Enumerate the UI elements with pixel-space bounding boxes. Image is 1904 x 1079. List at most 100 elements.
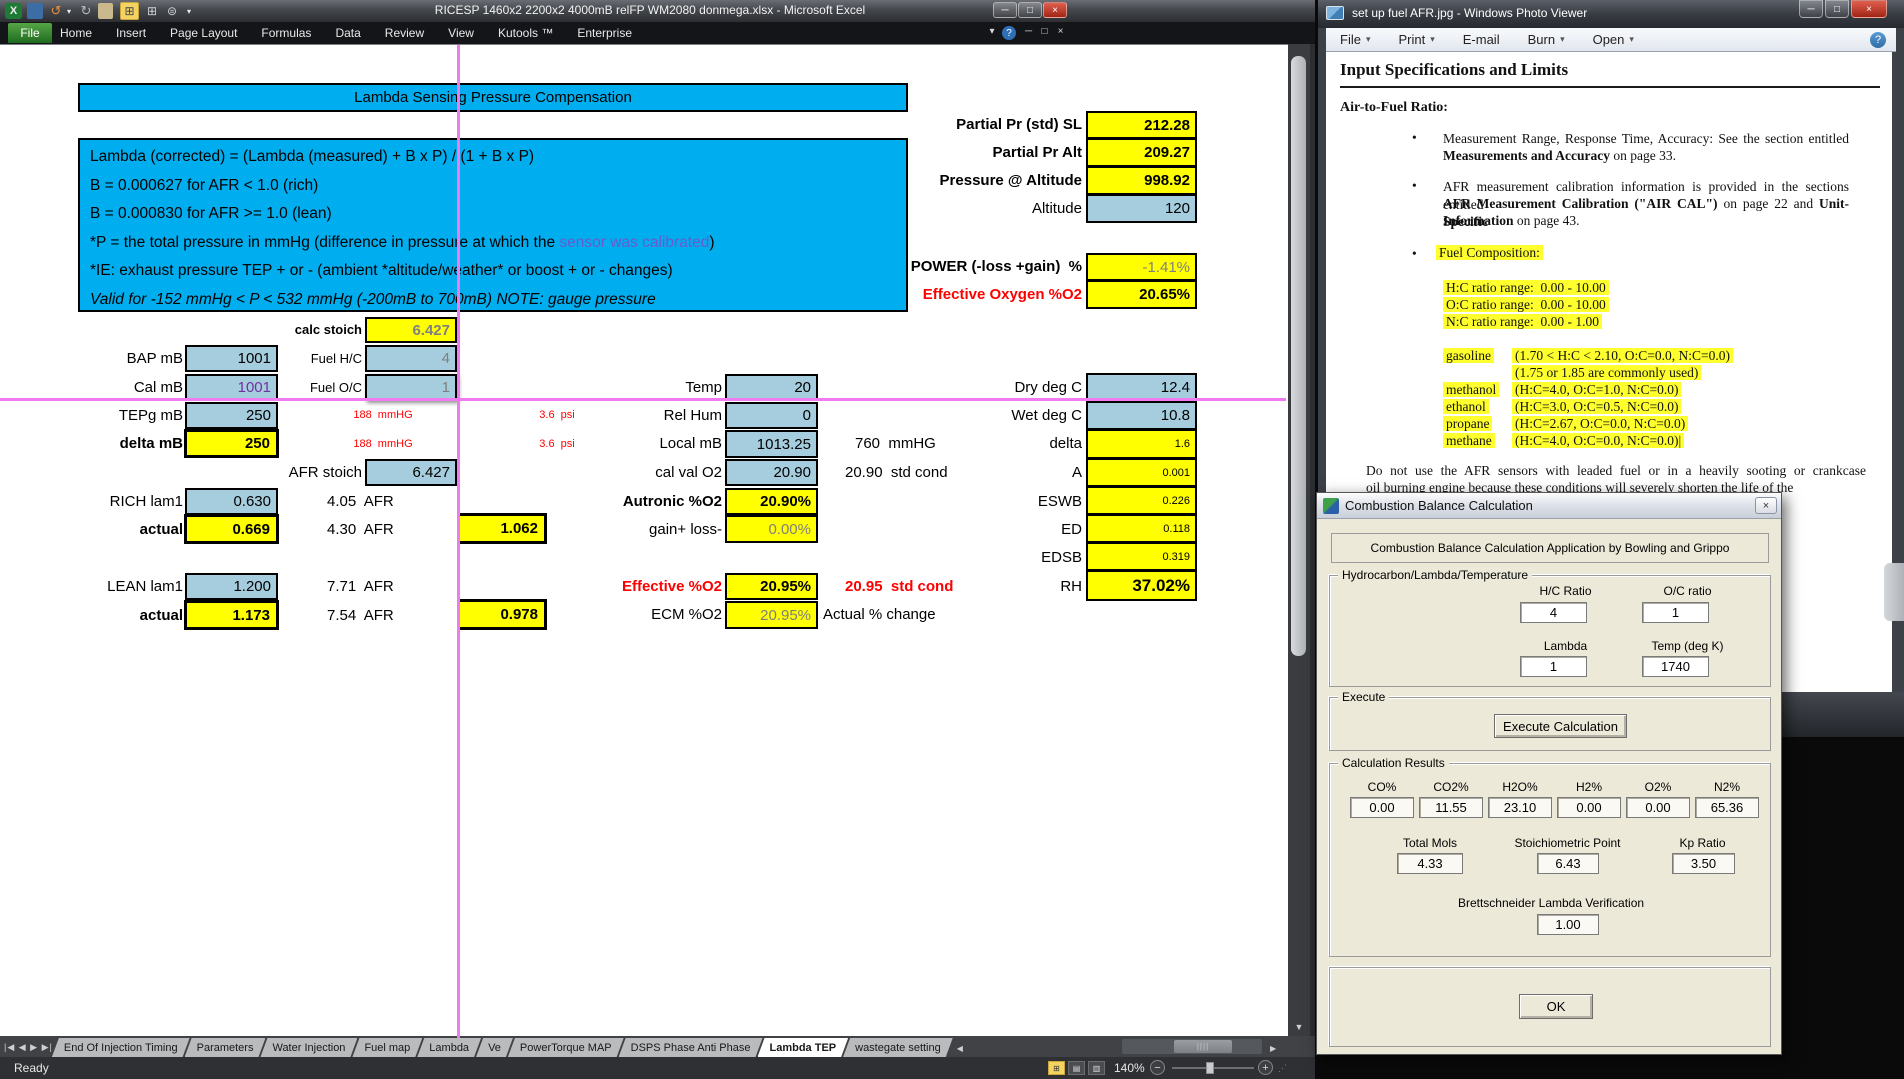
lean-ratio-cell[interactable]: 0.978 bbox=[457, 599, 547, 630]
temp-k-input[interactable]: 1740 bbox=[1642, 656, 1709, 677]
excel-close-button[interactable]: × bbox=[1043, 2, 1067, 18]
vertical-scrollbar[interactable]: ▼ bbox=[1288, 44, 1310, 1036]
viewer-minimize-button[interactable]: ─ bbox=[1799, 0, 1823, 18]
local-mb-cell[interactable]: 1013.25 bbox=[725, 430, 818, 458]
grid2-icon[interactable]: ⊞ bbox=[144, 3, 160, 19]
rich-lam1-cell[interactable]: 0.630 bbox=[185, 488, 278, 515]
power-cell[interactable]: -1.41% bbox=[1086, 253, 1197, 281]
menu-file[interactable]: File▾ bbox=[1326, 32, 1384, 47]
resize-grip[interactable]: ⋰ bbox=[1278, 1063, 1288, 1074]
eswb-cell[interactable]: 0.226 bbox=[1086, 486, 1197, 515]
sheet-tab-lambda[interactable]: Lambda bbox=[417, 1038, 481, 1057]
paste-icon[interactable] bbox=[98, 3, 113, 19]
oc-ratio-input[interactable]: 1 bbox=[1642, 602, 1709, 623]
menu-print[interactable]: Print▾ bbox=[1384, 32, 1448, 47]
ribbon-collapse-icon[interactable]: ▾ bbox=[986, 26, 998, 37]
undo-dropdown-icon[interactable]: ▾ bbox=[64, 3, 74, 19]
scroll-down-icon[interactable]: ▼ bbox=[1288, 1018, 1310, 1036]
sheet-tab-lambda-tep[interactable]: Lambda TEP bbox=[758, 1038, 849, 1057]
menu-email[interactable]: E-mail bbox=[1449, 32, 1514, 47]
delta-cell[interactable]: 1.6 bbox=[1086, 429, 1197, 459]
help-icon[interactable]: ? bbox=[1002, 26, 1016, 40]
fuel-oc-cell[interactable]: 1 bbox=[365, 374, 457, 401]
qat-overflow-icon[interactable]: ▾ bbox=[184, 3, 194, 19]
fuel-hc-cell[interactable]: 4 bbox=[365, 345, 457, 372]
altitude-cell[interactable]: 120 bbox=[1086, 194, 1197, 223]
partial-pr-sl-cell[interactable]: 212.28 bbox=[1086, 111, 1197, 139]
edsb-cell[interactable]: 0.319 bbox=[1086, 542, 1197, 571]
tab-scroll-left-icon[interactable]: ◀ bbox=[953, 1040, 968, 1057]
sheet-tab-fuel-map[interactable]: Fuel map bbox=[352, 1038, 422, 1057]
hc-ratio-input[interactable]: 4 bbox=[1520, 602, 1587, 623]
ed-cell[interactable]: 0.118 bbox=[1086, 514, 1197, 543]
save-icon[interactable] bbox=[27, 3, 43, 19]
pressure-altitude-cell[interactable]: 998.92 bbox=[1086, 166, 1197, 195]
calval-cell[interactable]: 20.90 bbox=[725, 459, 818, 486]
ribbon-tab-data[interactable]: Data bbox=[335, 26, 360, 40]
ribbon-tab-review[interactable]: Review bbox=[385, 26, 424, 40]
effective-oxygen-cell[interactable]: 20.65% bbox=[1086, 280, 1197, 309]
horizontal-scrollbar[interactable]: |||| bbox=[1122, 1039, 1262, 1054]
page-break-view-icon[interactable]: ▥ bbox=[1088, 1061, 1105, 1075]
excel-restore-button[interactable]: □ bbox=[1018, 2, 1042, 18]
ribbon-tab-home[interactable]: Home bbox=[60, 26, 92, 40]
gain-loss-cell[interactable]: 0.00% bbox=[725, 515, 818, 543]
zoom-in-icon[interactable]: + bbox=[1258, 1060, 1273, 1075]
workbook-close-icon[interactable]: × bbox=[1054, 26, 1067, 37]
bap-cell[interactable]: 1001 bbox=[185, 345, 278, 372]
page-layout-view-icon[interactable]: ▤ bbox=[1068, 1061, 1085, 1075]
sheet-tab-water-injection[interactable]: Water Injection bbox=[260, 1038, 357, 1057]
sheet-nav-icons[interactable]: |◀ ◀ ▶ ▶| bbox=[0, 1038, 57, 1057]
ribbon-tab-page-layout[interactable]: Page Layout bbox=[170, 26, 237, 40]
ribbon-tab-insert[interactable]: Insert bbox=[116, 26, 146, 40]
ribbon-tab-view[interactable]: View bbox=[448, 26, 474, 40]
workbook-minimize-icon[interactable]: ─ bbox=[1022, 26, 1035, 37]
sheet-tab-dsps-phase-anti-phase[interactable]: DSPS Phase Anti Phase bbox=[619, 1038, 763, 1057]
sheet-tab-powertorque-map[interactable]: PowerTorque MAP bbox=[508, 1038, 624, 1057]
tab-scroll-right-icon[interactable]: ▶ bbox=[1266, 1040, 1281, 1057]
delta-mb-cell[interactable]: 250 bbox=[184, 429, 279, 458]
viewer-close-button[interactable]: × bbox=[1851, 0, 1887, 18]
lean-actual-cell[interactable]: 1.173 bbox=[184, 600, 279, 630]
rich-ratio-cell[interactable]: 1.062 bbox=[457, 513, 547, 544]
sheet-tab-ve[interactable]: Ve bbox=[476, 1038, 513, 1057]
help-icon[interactable]: ? bbox=[1870, 32, 1886, 48]
lambda-input[interactable]: 1 bbox=[1520, 656, 1587, 677]
zoom-out-icon[interactable]: − bbox=[1150, 1060, 1165, 1075]
relhum-cell[interactable]: 0 bbox=[725, 402, 818, 429]
wet-deg-cell[interactable]: 10.8 bbox=[1086, 401, 1197, 430]
ribbon-tab-formulas[interactable]: Formulas bbox=[261, 26, 311, 40]
workbook-restore-icon[interactable]: □ bbox=[1038, 26, 1051, 37]
partial-pr-alt-cell[interactable]: 209.27 bbox=[1086, 138, 1197, 167]
tepg-cell[interactable]: 250 bbox=[185, 402, 278, 429]
effective-o2-cell[interactable]: 20.95% bbox=[725, 573, 818, 600]
rich-actual-cell[interactable]: 0.669 bbox=[184, 514, 279, 544]
execute-calculation-button[interactable]: Execute Calculation bbox=[1494, 714, 1627, 738]
ribbon-tab-enterprise[interactable]: Enterprise bbox=[577, 26, 632, 40]
grid-view-icon[interactable]: ⊞ bbox=[120, 2, 139, 20]
vertical-scrollbar-thumb[interactable] bbox=[1291, 56, 1306, 656]
dialog-close-icon[interactable]: × bbox=[1755, 497, 1777, 514]
sheet-tab-wastegate-setting[interactable]: wastegate setting bbox=[843, 1038, 953, 1057]
lean-lam1-cell[interactable]: 1.200 bbox=[185, 573, 278, 600]
cal-cell[interactable]: 1001 bbox=[185, 374, 278, 401]
menu-burn[interactable]: Burn▾ bbox=[1514, 32, 1579, 47]
excel-minimize-button[interactable]: ─ bbox=[993, 2, 1017, 18]
ecm-o2-cell[interactable]: 20.95% bbox=[725, 601, 818, 629]
sheet-tab-parameters[interactable]: Parameters bbox=[185, 1038, 266, 1057]
a-cell[interactable]: 0.001 bbox=[1086, 458, 1197, 487]
autronic-cell[interactable]: 20.90% bbox=[725, 488, 818, 515]
calc-stoich-cell[interactable]: 6.427 bbox=[365, 317, 457, 343]
temp-cell[interactable]: 20 bbox=[725, 374, 818, 401]
menu-open[interactable]: Open▾ bbox=[1579, 32, 1648, 47]
ok-button[interactable]: OK bbox=[1519, 994, 1593, 1019]
afr-stoich-cell[interactable]: 6.427 bbox=[365, 459, 457, 486]
rh-cell[interactable]: 37.02% bbox=[1086, 570, 1197, 601]
ribbon-tab-file[interactable]: File bbox=[8, 23, 52, 43]
ribbon-tab-kutools[interactable]: Kutools ™ bbox=[498, 26, 553, 40]
normal-view-icon[interactable]: ⊞ bbox=[1048, 1061, 1065, 1075]
zoom-level[interactable]: 140% bbox=[1114, 1061, 1145, 1075]
redo-icon[interactable]: ↻ bbox=[78, 3, 94, 19]
sheet-tab-end-of-injection-timing[interactable]: End Of Injection Timing bbox=[52, 1038, 190, 1057]
viewer-maximize-button[interactable]: □ bbox=[1825, 0, 1849, 18]
